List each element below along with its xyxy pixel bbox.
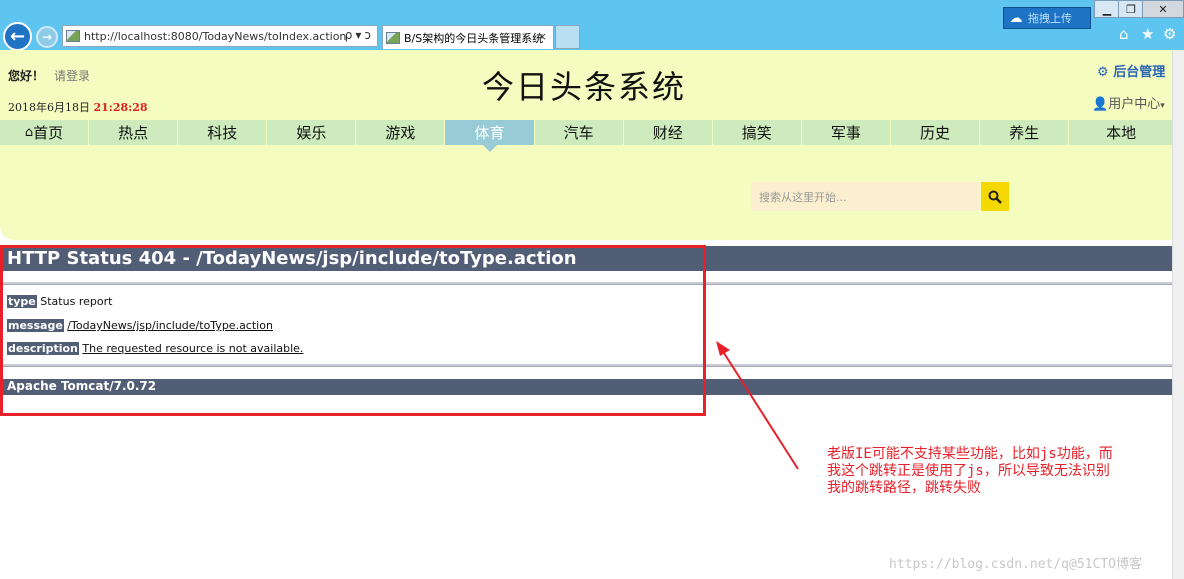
annotation-note: 老版IE可能不支持某些功能，比如js功能，而 我这个跳转正是使用了js，所以导致… <box>827 446 1113 496</box>
screen: ← → http://localhost:8080/TodayNews/toIn… <box>0 0 1184 579</box>
watermark: https://blog.csdn.net/q@51CTO博客 <box>889 557 1142 572</box>
